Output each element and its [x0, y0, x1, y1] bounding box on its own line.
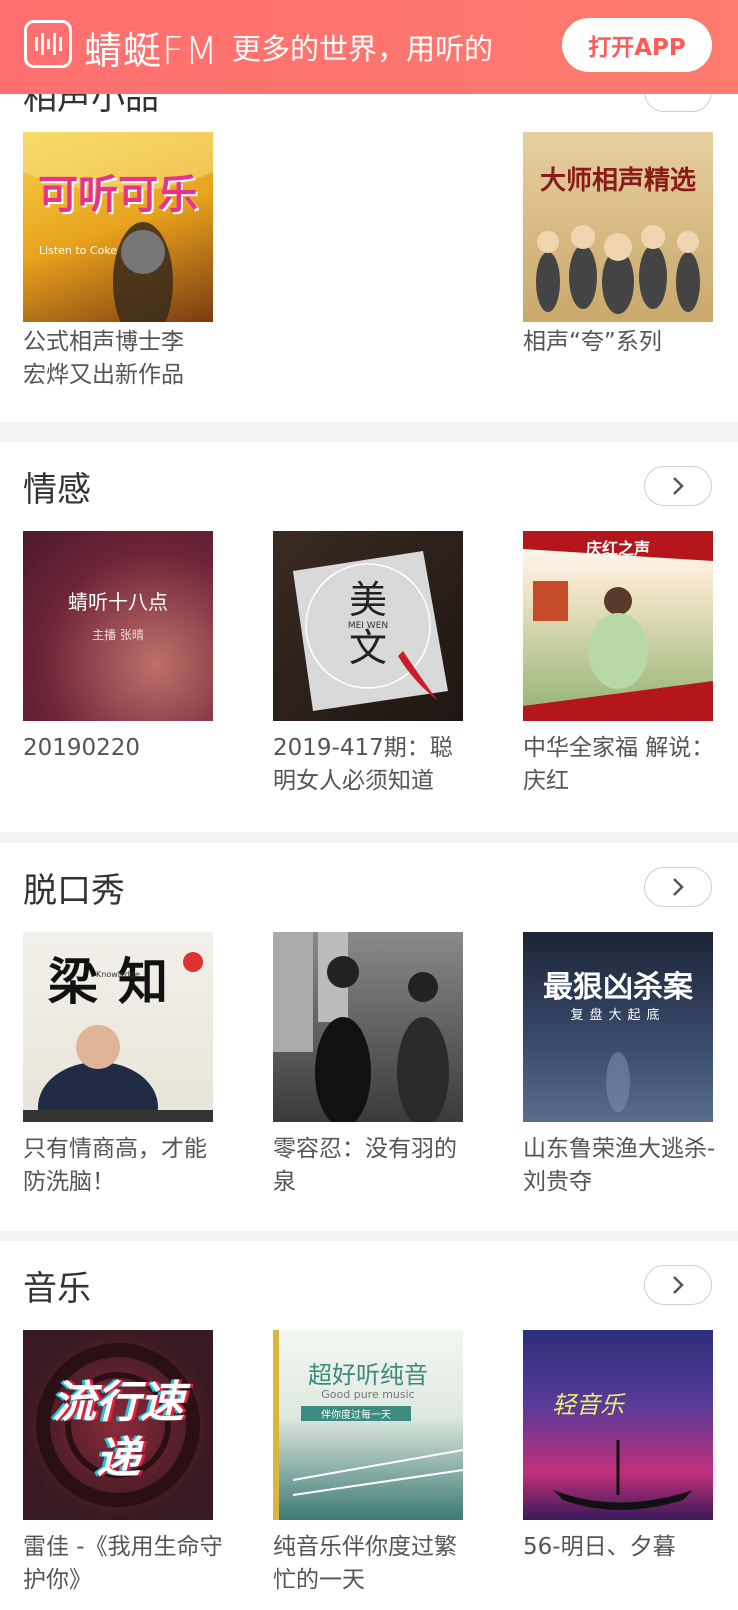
cover-title: 流行速递	[52, 1377, 184, 1484]
album-cover[interactable]: 大师相声精选	[523, 132, 713, 322]
cover-tagline: 伴你度过每一天	[301, 1406, 411, 1421]
album-caption[interactable]: 公式相声博士李宏烨又出新作品	[23, 326, 203, 392]
cover-subtitle: 复盘大起底	[570, 1008, 666, 1023]
cover-subtitle: Listen to Coke	[38, 244, 118, 257]
album-cover[interactable]: 美文 MEI WEN	[273, 531, 463, 721]
album-cover[interactable]: 蜻听十八点 主播 张晴	[23, 531, 213, 721]
cover-title: 庆红之声	[585, 539, 650, 558]
banner-slogan: 更多的世界，用听的	[232, 32, 494, 66]
album-cover[interactable]: 梁知 Knowledge	[23, 932, 213, 1122]
logo-icon	[24, 20, 72, 68]
chevron-right-icon	[673, 477, 684, 495]
album-caption[interactable]: 56-明日、夕暮	[523, 1531, 723, 1564]
album-caption[interactable]: 山东鲁荣渔大逃杀-刘贵夺	[523, 1133, 723, 1199]
album-cover[interactable]: 最狠凶杀案 复盘大起底	[523, 932, 713, 1122]
more-button[interactable]	[644, 1265, 712, 1305]
cover-subtitle: MEI WEN	[347, 621, 389, 631]
cover-subtitle: Knowledge	[96, 970, 140, 979]
cover-title: 蜻听十八点	[68, 590, 168, 614]
album-caption[interactable]: 纯音乐伴你度过繁忙的一天	[273, 1531, 473, 1597]
cover-title: 可听可乐	[38, 172, 198, 218]
album-caption[interactable]: 20190220	[23, 732, 223, 765]
cover-title: 轻音乐	[552, 1391, 624, 1419]
album-cover[interactable]	[273, 932, 463, 1122]
logo-text: 蜻蜓FM	[84, 29, 219, 73]
cover-subtitle: 主播 张晴	[92, 628, 144, 642]
section-title: 音乐	[23, 1269, 91, 1309]
section-emotion: 情感 蜻听十八点 主播 张晴 20190220 美文 MEI WEN 2019-…	[0, 442, 738, 832]
section-talk-show: 脱口秀 梁知 Knowledge 只有情商高，才能防洗脑！ 零容忍：没有羽的泉 …	[0, 843, 738, 1231]
more-button[interactable]	[644, 867, 712, 907]
section-title: 脱口秀	[23, 871, 125, 911]
album-cover[interactable]: 可听可乐 Listen to Coke	[23, 132, 213, 322]
cover-title: 最狠凶杀案	[543, 970, 693, 1005]
more-button[interactable]	[644, 466, 712, 506]
album-cover[interactable]: 流行速递	[23, 1330, 213, 1520]
open-app-button[interactable]: 打开APP	[562, 18, 712, 72]
album-cover[interactable]: 庆红之声	[523, 531, 713, 721]
cover-title: 大师相声精选	[539, 166, 696, 196]
album-caption[interactable]: 相声“夸”系列	[523, 326, 723, 359]
chevron-right-icon	[673, 1276, 684, 1294]
album-caption[interactable]: 2019-417期：聪明女人必须知道	[273, 732, 473, 798]
album-cover[interactable]: 轻音乐	[523, 1330, 713, 1520]
cover-title: 超好听纯音	[308, 1361, 428, 1389]
album-caption[interactable]: 零容忍：没有羽的泉	[273, 1133, 473, 1199]
album-caption[interactable]: 中华全家福 解说：庆红	[523, 732, 723, 798]
app-download-banner: 蜻蜓FM 更多的世界，用听的 打开APP	[0, 0, 738, 94]
album-caption[interactable]: 只有情商高，才能防洗脑！	[23, 1133, 223, 1199]
section-title: 情感	[23, 470, 91, 510]
album-cover[interactable]: 超好听纯音 Good pure music 伴你度过每一天	[273, 1330, 463, 1520]
section-music: 音乐 流行速递 雷佳 -《我用生命守护你》 超好听纯音 Good pure mu…	[0, 1241, 738, 1610]
chevron-right-icon	[673, 878, 684, 896]
album-caption[interactable]: 雷佳 -《我用生命守护你》	[23, 1531, 223, 1597]
cover-subtitle: Good pure music	[321, 1388, 415, 1401]
